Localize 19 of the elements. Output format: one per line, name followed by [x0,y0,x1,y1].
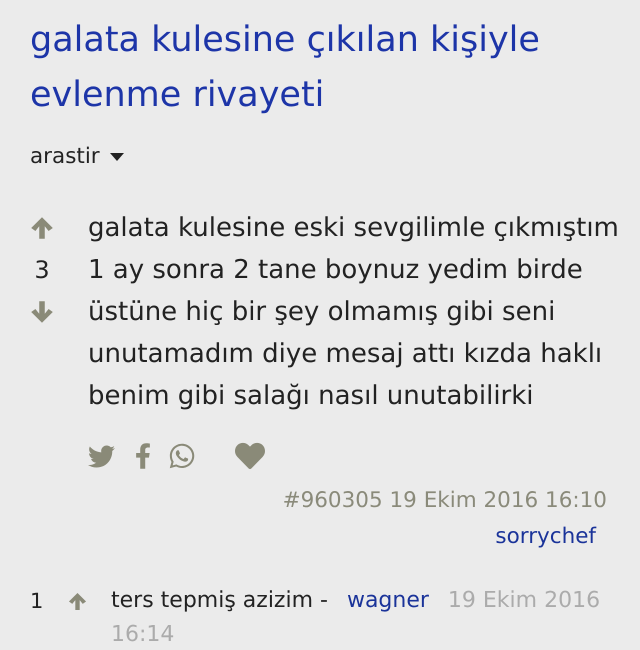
comment-author-link[interactable]: wagner [346,585,429,617]
phone-bubble-icon[interactable] [168,442,196,470]
comment-vote-count: 1 [30,588,44,615]
bird-icon[interactable] [88,442,115,470]
facebook-icon[interactable] [135,443,151,469]
vote-count: 3 [34,256,50,284]
upvote-arrow-icon[interactable] [30,216,54,240]
heart-icon[interactable] [233,441,267,471]
sort-dropdown[interactable]: arastir [30,143,124,171]
author-link[interactable]: sorrychef [495,519,596,555]
comment-text: ters tepmiş azizim - [111,587,328,615]
upvote-arrow-icon[interactable] [68,592,87,610]
downvote-arrow-icon[interactable] [30,300,54,324]
caret-icon [110,153,124,161]
comment-time: 16:14 [111,621,174,649]
entry-text: galata kulesine eski sevgilimle çıkmıştım 1 ay sonra 2 tane boynuz yedim birde üstüne hiç bir şey olmamış gibi seni unutamadım diye mesaj attı kızda haklı benim gibi salağı nasıl unutabilirki [88,212,620,413]
topic-title[interactable]: galata kulesine çıkılan kişiyle evlenme rivayeti [30,13,640,123]
entry-id-date: #960305 19 Ekim 2016 16:10 [282,487,607,515]
comment-date: 19 Ekim 2016 [448,587,600,615]
